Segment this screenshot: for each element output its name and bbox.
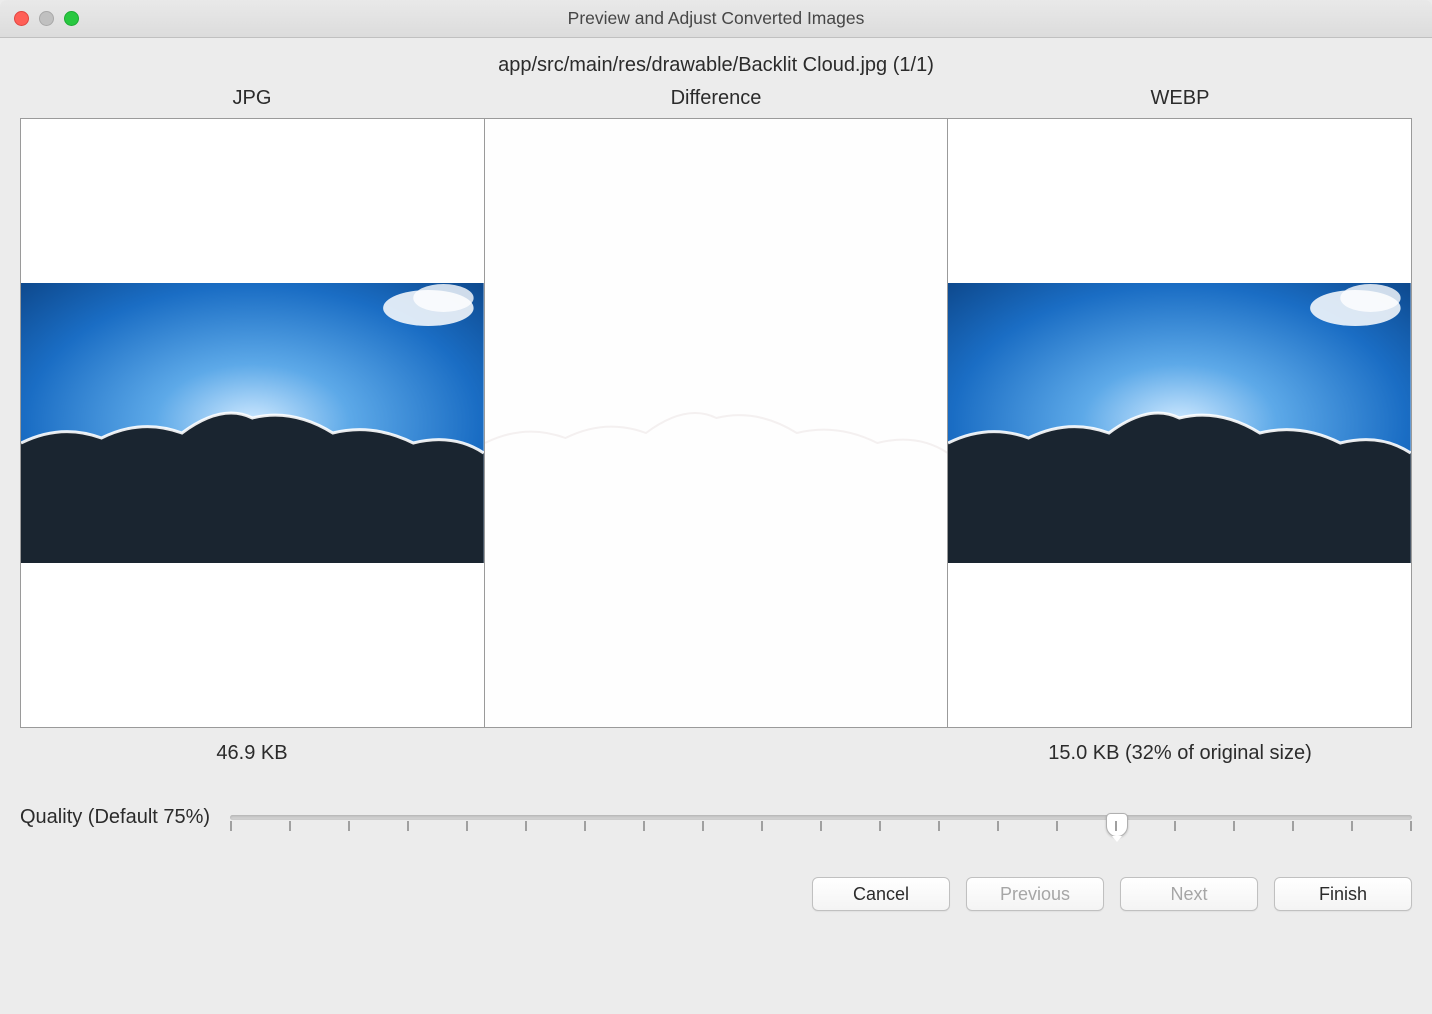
slider-tick: [820, 821, 822, 831]
slider-tick: [348, 821, 350, 831]
slider-tick: [289, 821, 291, 831]
close-icon[interactable]: [14, 11, 29, 26]
slider-tick: [407, 821, 409, 831]
content-area: app/src/main/res/drawable/Backlit Cloud.…: [0, 38, 1432, 1014]
previous-button[interactable]: Previous: [966, 877, 1104, 911]
slider-tick: [1351, 821, 1353, 831]
column-header-difference: Difference: [484, 87, 948, 110]
slider-tick: [1174, 821, 1176, 831]
traffic-lights: [14, 11, 79, 26]
maximize-icon[interactable]: [64, 11, 79, 26]
slider-tick: [702, 821, 704, 831]
dialog-window: Preview and Adjust Converted Images app/…: [0, 0, 1432, 1014]
slider-tick: [1292, 821, 1294, 831]
column-headers: JPG Difference WEBP: [20, 87, 1412, 110]
converted-size-label: 15.0 KB (32% of original size): [948, 742, 1412, 765]
cloud-image-webp: [948, 283, 1411, 563]
slider-tick: [997, 821, 999, 831]
difference-image: [485, 283, 948, 563]
button-row: Cancel Previous Next Finish: [20, 877, 1412, 911]
quality-slider[interactable]: [230, 801, 1412, 833]
preview-row: [20, 118, 1412, 728]
slider-tick: [1410, 821, 1412, 831]
slider-tick: [525, 821, 527, 831]
window-title: Preview and Adjust Converted Images: [568, 8, 865, 29]
file-path-label: app/src/main/res/drawable/Backlit Cloud.…: [20, 54, 1412, 77]
titlebar: Preview and Adjust Converted Images: [0, 0, 1432, 38]
preview-original: [21, 119, 485, 727]
cancel-button[interactable]: Cancel: [812, 877, 950, 911]
quality-row: Quality (Default 75%): [20, 801, 1412, 833]
slider-tick: [761, 821, 763, 831]
preview-difference: [485, 119, 949, 727]
finish-button[interactable]: Finish: [1274, 877, 1412, 911]
size-row: 46.9 KB 15.0 KB (32% of original size): [20, 742, 1412, 765]
slider-tick: [643, 821, 645, 831]
column-header-webp: WEBP: [948, 87, 1412, 110]
next-button[interactable]: Next: [1120, 877, 1258, 911]
size-spacer: [484, 742, 948, 765]
slider-ticks: [230, 821, 1412, 831]
slider-tick: [1233, 821, 1235, 831]
slider-tick: [879, 821, 881, 831]
slider-tick: [466, 821, 468, 831]
quality-label: Quality (Default 75%): [20, 806, 210, 829]
slider-tick: [1056, 821, 1058, 831]
column-header-jpg: JPG: [20, 87, 484, 110]
slider-tick: [230, 821, 232, 831]
slider-tick: [1115, 821, 1117, 831]
cloud-image-jpg: [21, 283, 484, 563]
slider-track: [230, 815, 1412, 820]
slider-tick: [584, 821, 586, 831]
original-size-label: 46.9 KB: [20, 742, 484, 765]
slider-tick: [938, 821, 940, 831]
minimize-icon: [39, 11, 54, 26]
preview-converted: [948, 119, 1411, 727]
